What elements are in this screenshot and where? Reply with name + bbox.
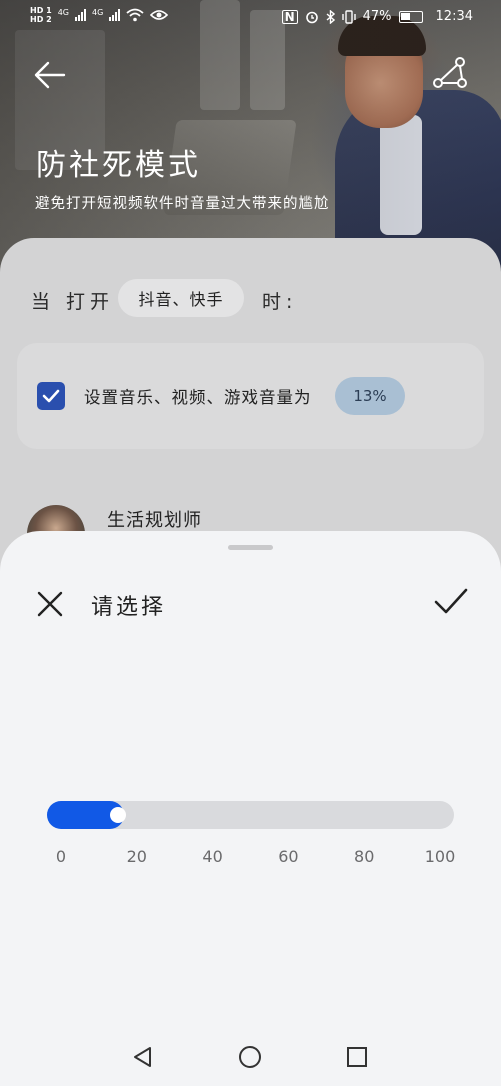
page-subtitle: 避免打开短视频软件时音量过大带来的尴尬 bbox=[35, 196, 330, 212]
slider-tick-label: 40 bbox=[202, 847, 223, 866]
slider-tick-label: 0 bbox=[55, 847, 67, 866]
triangle-back-icon[interactable] bbox=[130, 1044, 156, 1070]
when-label: 当 打开 bbox=[31, 291, 115, 313]
circle-home-icon[interactable] bbox=[237, 1044, 263, 1070]
sim1-label: HD 1 bbox=[30, 6, 52, 15]
network-type-2: 4G bbox=[91, 7, 104, 17]
check-icon[interactable] bbox=[432, 584, 470, 620]
sheet-drag-handle[interactable] bbox=[228, 545, 273, 550]
slider-tick-label: 100 bbox=[424, 847, 456, 866]
sim2-label: HD 2 bbox=[30, 15, 52, 24]
nfc-icon: N bbox=[281, 9, 298, 24]
page-title: 防社死模式 bbox=[36, 148, 201, 183]
volume-slider[interactable] bbox=[47, 801, 454, 829]
then-label: 时: bbox=[262, 291, 298, 313]
bluetooth-icon bbox=[326, 9, 335, 24]
signal-icon bbox=[74, 9, 86, 21]
eye-icon bbox=[150, 10, 169, 20]
slider-tick-label: 80 bbox=[354, 847, 375, 866]
clock: 12:34 bbox=[435, 9, 473, 24]
status-bar: HD 1 HD 2 4G 4G N 47% 12:34 bbox=[0, 0, 501, 36]
check-icon bbox=[42, 389, 60, 403]
arrow-left-icon[interactable] bbox=[33, 58, 67, 92]
alarm-icon bbox=[305, 11, 318, 23]
volume-value-chip[interactable]: 13% bbox=[335, 377, 405, 415]
signal-icon bbox=[109, 9, 121, 21]
share-icon[interactable] bbox=[432, 56, 468, 90]
battery-percent: 47% bbox=[362, 9, 392, 24]
volume-slider-thumb[interactable] bbox=[110, 807, 127, 823]
battery-icon bbox=[398, 10, 423, 23]
slider-tick-label: 60 bbox=[278, 847, 299, 866]
wifi-icon bbox=[126, 8, 144, 22]
volume-setting-checkbox[interactable] bbox=[37, 382, 65, 410]
slider-tick-label: 20 bbox=[126, 847, 147, 866]
sheet-title: 请选择 bbox=[91, 595, 167, 620]
close-icon[interactable] bbox=[34, 588, 66, 620]
author-name: 生活规划师 bbox=[107, 510, 202, 531]
volume-setting-label: 设置音乐、视频、游戏音量为 bbox=[84, 388, 312, 407]
network-type-1: 4G bbox=[57, 7, 69, 17]
vibrate-icon bbox=[341, 9, 356, 24]
square-recent-icon[interactable] bbox=[344, 1044, 370, 1070]
app-selector-chip[interactable]: 抖音、快手 bbox=[118, 279, 244, 317]
